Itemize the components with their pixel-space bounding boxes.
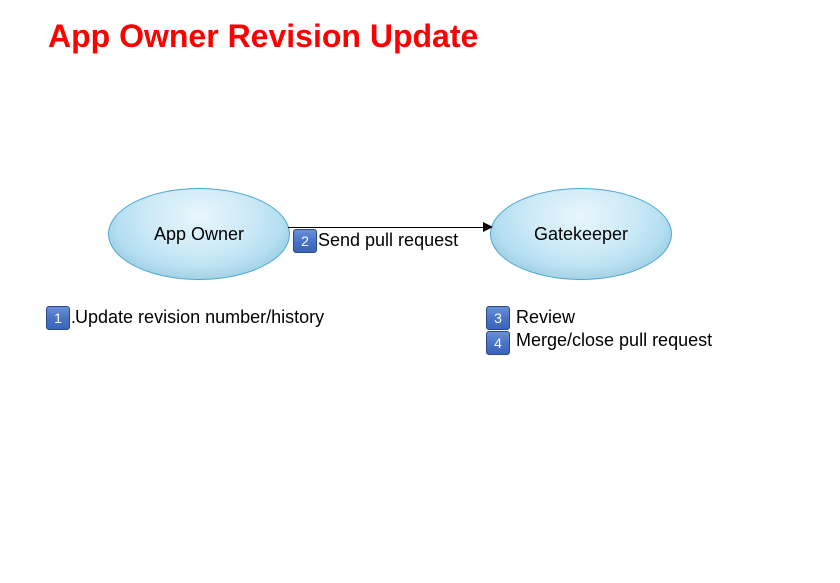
arrow-head-icon (483, 222, 493, 232)
node-app-owner-label: App Owner (154, 224, 244, 245)
step-text-4: Merge/close pull request (516, 330, 712, 351)
arrow-line (288, 227, 483, 228)
step-badge-2: 2 (293, 229, 317, 253)
node-gatekeeper: Gatekeeper (490, 188, 672, 280)
node-gatekeeper-label: Gatekeeper (534, 224, 628, 245)
step-text-1: .Update revision number/history (71, 307, 324, 328)
step-badge-1: 1 (46, 306, 70, 330)
step-text-1-content: Update revision number/history (75, 307, 324, 327)
step-badge-3: 3 (486, 306, 510, 330)
page-title: App Owner Revision Update (48, 18, 478, 55)
node-app-owner: App Owner (108, 188, 290, 280)
step-text-2: Send pull request (318, 230, 458, 251)
step-text-3: Review (516, 307, 575, 328)
step-badge-4: 4 (486, 331, 510, 355)
